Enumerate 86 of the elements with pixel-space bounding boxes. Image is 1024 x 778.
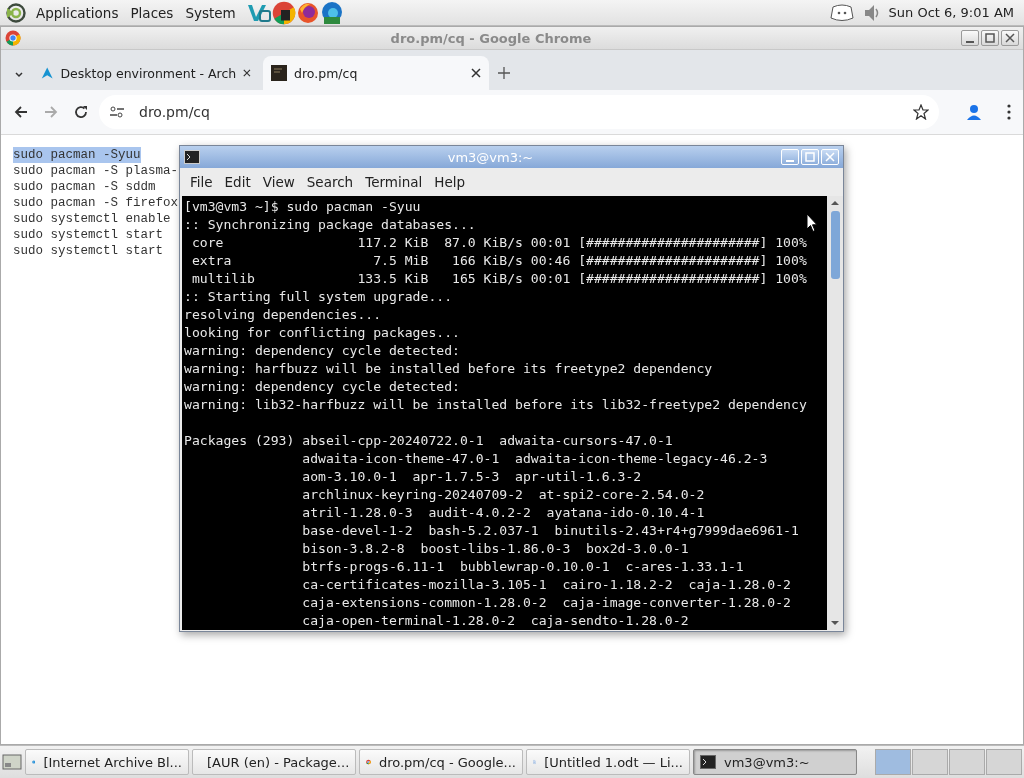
taskbar-button[interactable]: vm3@vm3:~ <box>693 749 857 775</box>
close-icon <box>1005 33 1015 43</box>
taskbar-button[interactable]: [Untitled 1.odt — Li... <box>526 749 690 775</box>
page-text-line: sudo pacman -S firefox <box>13 195 179 211</box>
minimize-icon <box>966 40 974 43</box>
terminal-line: Packages (293) abseil-cpp-20240722.0-1 adwaita-cursors-47.0-1 <box>184 432 673 450</box>
tab-title: Desktop environment - Arch <box>60 65 237 81</box>
page-text-line: sudo systemctl start <box>13 243 164 259</box>
close-icon <box>825 152 835 162</box>
terminal-line: adwaita-icon-theme-47.0-1 adwaita-icon-theme-legacy-46.2-3 <box>301 450 768 468</box>
terminal-line: [vm3@vm3 ~]$ sudo pacman -Syuu <box>184 198 421 216</box>
terminal-line: extra 7.5 MiB 166 KiB/s 00:46 [######################] 100% <box>190 252 807 270</box>
chat-icon[interactable] <box>828 3 855 22</box>
taskbar-button[interactable]: [Internet Archive Bl... <box>25 749 189 775</box>
terminal-line: caja-open-terminal-1.28.0-2 caja-sendto-1.28.0-2 <box>301 612 689 630</box>
terminal-line: warning: harfbuzz will be installed before its freetype2 dependency <box>184 360 713 378</box>
terminal-line: :: Starting full system upgrade... <box>184 288 453 306</box>
terminal-line: warning: dependency cycle detected: <box>184 342 460 360</box>
browser-tab[interactable]: Desktop environment - Arch <box>33 56 259 90</box>
firefox-launcher-icon[interactable] <box>295 0 320 25</box>
back-arrow-icon <box>13 104 29 120</box>
page-text-line: sudo systemctl enable <box>13 211 171 227</box>
menu-item[interactable]: File <box>184 172 219 192</box>
maximize-icon <box>985 33 995 43</box>
minimize-button[interactable] <box>961 30 979 46</box>
scroll-thumb[interactable] <box>830 211 840 279</box>
terminal-line: base-devel-1-2 bash-5.2.037-1 binutils-2.43+r4+g7999dae6961-1 <box>301 522 799 540</box>
menu-item[interactable]: View <box>256 172 301 192</box>
tune-icon[interactable] <box>109 105 125 119</box>
terminal-line: resolving dependencies... <box>184 306 382 324</box>
terminal-line: btrfs-progs-6.11-1 bubblewrap-0.10.0-1 c-ares-1.33.1-1 <box>301 558 744 576</box>
close-icon[interactable] <box>471 68 481 78</box>
panel-menu[interactable]: Places <box>128 2 176 23</box>
menu-item[interactable]: Search <box>300 172 360 192</box>
window-title: dro.pm/cq - Google Chrome <box>389 30 593 46</box>
terminal-line: aom-3.10.0-1 apr-1.7.5-3 apr-util-1.6.3-2 <box>301 468 642 486</box>
scroll-up-icon[interactable] <box>830 199 840 207</box>
terminal-line: :: Synchronizing package databases... <box>184 216 476 234</box>
panel-menu[interactable]: System <box>183 2 238 23</box>
terminal-line: warning: dependency cycle detected: <box>184 378 460 396</box>
maximize-icon <box>805 152 815 162</box>
triangle-icon <box>41 65 54 81</box>
window-title: vm3@vm3:~ <box>446 149 535 165</box>
page-text-line: sudo pacman -S plasma- <box>13 163 179 179</box>
person-icon <box>965 103 983 121</box>
terminal-line: warning: lib32-harfbuzz will be installed before its lib32-freetype2 dependency <box>184 396 807 414</box>
plus-icon <box>497 66 511 80</box>
panel-menu[interactable]: Applications <box>34 2 121 23</box>
maximize-button[interactable] <box>981 30 999 46</box>
close-button[interactable] <box>1001 30 1019 46</box>
mouse-pointer-icon <box>806 213 818 233</box>
terminal-icon <box>700 755 716 769</box>
scrollbar-track[interactable] <box>827 196 843 630</box>
show-desktop-icon[interactable] <box>2 753 22 771</box>
terminal-line: ca-certificates-mozilla-3.105-1 cairo-1.18.2-2 caja-1.28.0-2 <box>301 576 791 594</box>
terminal-line: caja-extensions-common-1.28.0-2 caja-image-converter-1.28.0-2 <box>301 594 791 612</box>
menu-item[interactable]: Terminal <box>359 172 429 192</box>
terminal-line: bison-3.8.2-8 boost-libs-1.86.0-3 box2d-3.0.0-1 <box>301 540 689 558</box>
address-bar[interactable]: dro.pm/cq <box>99 95 939 129</box>
taskbar-button[interactable]: [AUR (en) - Package... <box>192 749 356 775</box>
page-icon <box>271 65 287 81</box>
browser-tab[interactable]: dro.pm/cq <box>263 56 489 90</box>
star-icon[interactable] <box>913 104 929 120</box>
forward-arrow-icon <box>43 104 59 120</box>
scroll-down-icon[interactable] <box>830 619 840 627</box>
terminal-icon <box>184 150 200 164</box>
terminal-line: looking for conflicting packages... <box>184 324 460 342</box>
menu-item[interactable]: Edit <box>218 172 257 192</box>
minimize-icon <box>786 159 794 162</box>
terminal-line: archlinux-keyring-20240709-2 at-spi2-core-2.54.0-2 <box>301 486 705 504</box>
page-text-line: sudo pacman -S sddm <box>13 179 156 195</box>
edge-dev-launcher-icon[interactable] <box>319 0 344 25</box>
clock[interactable]: Sun Oct 6, 9:01 AM <box>888 5 1014 20</box>
menu-item[interactable]: Help <box>428 172 472 192</box>
terminal-line: multilib 133.5 KiB 165 KiB/s 00:01 [######################] 100% <box>190 270 807 288</box>
reload-icon <box>73 104 89 120</box>
page-text-line: sudo systemctl start <box>13 227 164 243</box>
taskbar-button[interactable]: dro.pm/cq - Google... <box>359 749 523 775</box>
browser-app-icon <box>5 30 21 46</box>
terminal-line: atril-1.28.0-3 audit-4.0.2-2 ayatana-ido-0.10.4-1 <box>301 504 705 522</box>
close-icon[interactable] <box>243 68 251 78</box>
terminal-line: core 117.2 KiB 87.0 KiB/s 00:01 [######################] 100% <box>190 234 807 252</box>
browser-launcher-icon[interactable] <box>271 0 296 25</box>
distro-logo-icon[interactable] <box>6 2 26 23</box>
menu-icon <box>1007 104 1011 120</box>
tab-title: dro.pm/cq <box>294 65 359 81</box>
